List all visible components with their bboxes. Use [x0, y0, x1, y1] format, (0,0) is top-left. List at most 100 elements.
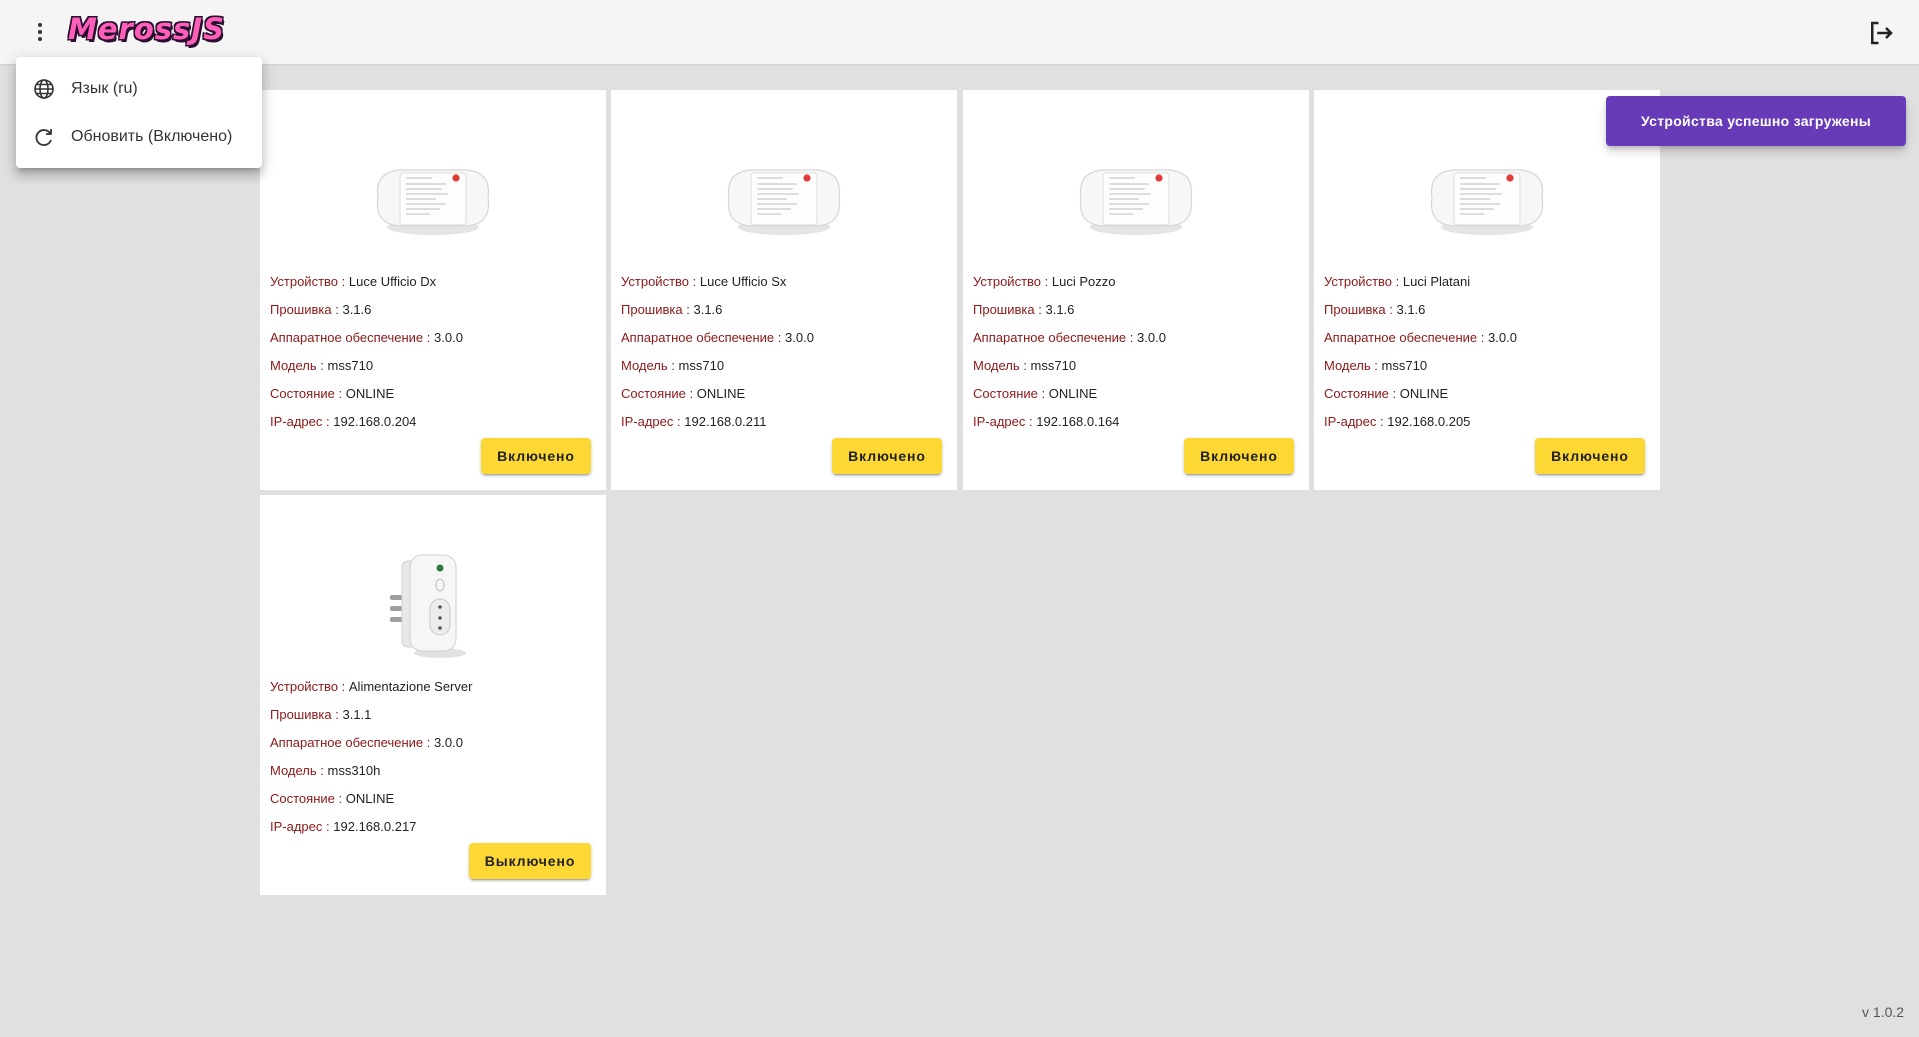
device-device-row: Устройство : Alimentazione Server [270, 673, 472, 701]
toggle-power-button[interactable]: Включено [1535, 438, 1645, 474]
device-info: Устройство : Luci Pozzo Прошивка : 3.1.6 А… [973, 268, 1166, 436]
device-ip-row: IP-адрес : 192.168.0.217 [270, 813, 472, 841]
device-image [260, 90, 606, 280]
device-card: Устройство : Luce Ufficio Dx Прошивка : 3… [260, 90, 606, 490]
label-separator: : [320, 358, 324, 373]
label-separator: : [677, 414, 681, 429]
device-state-row: Состояние : ONLINE [973, 380, 1166, 408]
device-state-label: Состояние [621, 386, 686, 401]
label-separator: : [1023, 358, 1027, 373]
device-model-value: mss710 [1381, 358, 1428, 373]
label-separator: : [320, 763, 324, 778]
device-model-row: Модель : mss710 [1324, 352, 1517, 380]
toggle-power-button[interactable]: Включено [1184, 438, 1294, 474]
device-card: Устройство : Alimentazione Server Прошивк… [260, 495, 606, 895]
device-firmware-value: 3.1.6 [342, 302, 372, 317]
device-ip-value: 192.168.0.205 [1387, 414, 1471, 429]
device-model-label: Модель [1324, 358, 1371, 373]
label-separator: : [335, 302, 339, 317]
label-separator: : [338, 386, 343, 401]
device-state-row: Состояние : ONLINE [1324, 380, 1517, 408]
device-state-row: Состояние : ONLINE [270, 380, 463, 408]
device-state-row: Состояние : ONLINE [270, 785, 472, 813]
label-separator: : [671, 358, 675, 373]
label-separator: : [692, 274, 697, 289]
device-device-label: Устройство [270, 274, 339, 289]
device-ip-label: IP-адрес [270, 414, 323, 429]
device-model-value: mss310h [327, 763, 381, 778]
device-image [963, 90, 1309, 280]
device-firmware-value: 3.1.6 [693, 302, 723, 317]
label-separator: : [1374, 358, 1378, 373]
label-separator: : [1038, 302, 1042, 317]
label-separator: : [338, 791, 343, 806]
label-separator: : [426, 735, 431, 750]
device-ip-label: IP-адрес [621, 414, 674, 429]
device-model-label: Модель [270, 358, 317, 373]
app-logo: MerossJS [68, 12, 225, 46]
device-device-value: Luce Ufficio Sx [699, 274, 787, 289]
device-firmware-row: Прошивка : 3.1.6 [1324, 296, 1517, 324]
device-state-value: ONLINE [345, 386, 395, 401]
label-separator: : [777, 330, 782, 345]
menu-item-language[interactable]: Язык (ru) [16, 65, 262, 113]
device-ip-label: IP-адрес [973, 414, 1026, 429]
label-separator: : [1392, 386, 1397, 401]
device-state-label: Состояние [270, 386, 335, 401]
device-device-value: Alimentazione Server [348, 679, 473, 694]
device-ip-value: 192.168.0.217 [333, 819, 417, 834]
device-model-row: Модель : mss710 [973, 352, 1166, 380]
device-hardware-row: Аппаратное обеспечение : 3.0.0 [270, 729, 472, 757]
device-device-row: Устройство : Luce Ufficio Sx [621, 268, 814, 296]
label-separator: : [326, 819, 330, 834]
menu-item-refresh-label: Обновить (Включено) [71, 128, 233, 145]
device-firmware-row: Прошивка : 3.1.1 [270, 701, 472, 729]
device-info: Устройство : Luce Ufficio Dx Прошивка : 3… [270, 268, 463, 436]
device-ip-value: 192.168.0.211 [684, 414, 767, 429]
device-card: Устройство : Luce Ufficio Sx Прошивка : 3… [611, 90, 957, 490]
label-separator: : [1129, 330, 1134, 345]
device-state-value: ONLINE [345, 791, 395, 806]
more-vert-icon[interactable] [22, 14, 58, 50]
device-state-value: ONLINE [1399, 386, 1449, 401]
device-hardware-value: 3.0.0 [1137, 330, 1166, 345]
device-firmware-label: Прошивка [270, 707, 332, 722]
toggle-power-button[interactable]: Выключено [469, 843, 591, 879]
device-device-label: Устройство [270, 679, 339, 694]
device-model-value: mss710 [678, 358, 725, 373]
device-firmware-value: 3.1.6 [1396, 302, 1426, 317]
device-ip-value: 192.168.0.204 [333, 414, 417, 429]
device-firmware-label: Прошивка [270, 302, 332, 317]
device-firmware-row: Прошивка : 3.1.6 [621, 296, 814, 324]
label-separator: : [1029, 414, 1033, 429]
device-firmware-label: Прошивка [973, 302, 1035, 317]
label-separator: : [1380, 414, 1384, 429]
device-hardware-row: Аппаратное обеспечение : 3.0.0 [270, 324, 463, 352]
device-device-label: Устройство [621, 274, 690, 289]
menu-item-refresh[interactable]: Обновить (Включено) [16, 113, 262, 161]
logout-icon[interactable] [1866, 18, 1896, 48]
label-separator: : [686, 302, 690, 317]
device-hardware-label: Аппаратное обеспечение [270, 735, 424, 750]
device-hardware-row: Аппаратное обеспечение : 3.0.0 [621, 324, 814, 352]
device-state-label: Состояние [973, 386, 1038, 401]
device-model-row: Модель : mss710 [621, 352, 814, 380]
menu-item-language-label: Язык (ru) [71, 80, 138, 97]
toggle-power-button[interactable]: Включено [832, 438, 942, 474]
app-version: v 1.0.2 [1862, 1004, 1905, 1020]
settings-menu: Язык (ru) Обновить (Включено) [16, 57, 262, 168]
device-state-value: ONLINE [1048, 386, 1098, 401]
device-model-row: Модель : mss310h [270, 757, 472, 785]
device-firmware-label: Прошивка [621, 302, 683, 317]
device-device-value: Luci Pozzo [1051, 274, 1116, 289]
device-state-value: ONLINE [696, 386, 746, 401]
device-ip-label: IP-адрес [270, 819, 323, 834]
device-hardware-value: 3.0.0 [434, 330, 463, 345]
notification-snackbar: Устройства успешно загружены [1606, 96, 1906, 146]
device-card: Устройство : Luci Platani Прошивка : 3.1.… [1314, 90, 1660, 490]
device-model-label: Модель [270, 763, 317, 778]
device-device-value: Luci Platani [1402, 274, 1471, 289]
label-separator: : [335, 707, 339, 722]
label-separator: : [1044, 274, 1049, 289]
toggle-power-button[interactable]: Включено [481, 438, 591, 474]
